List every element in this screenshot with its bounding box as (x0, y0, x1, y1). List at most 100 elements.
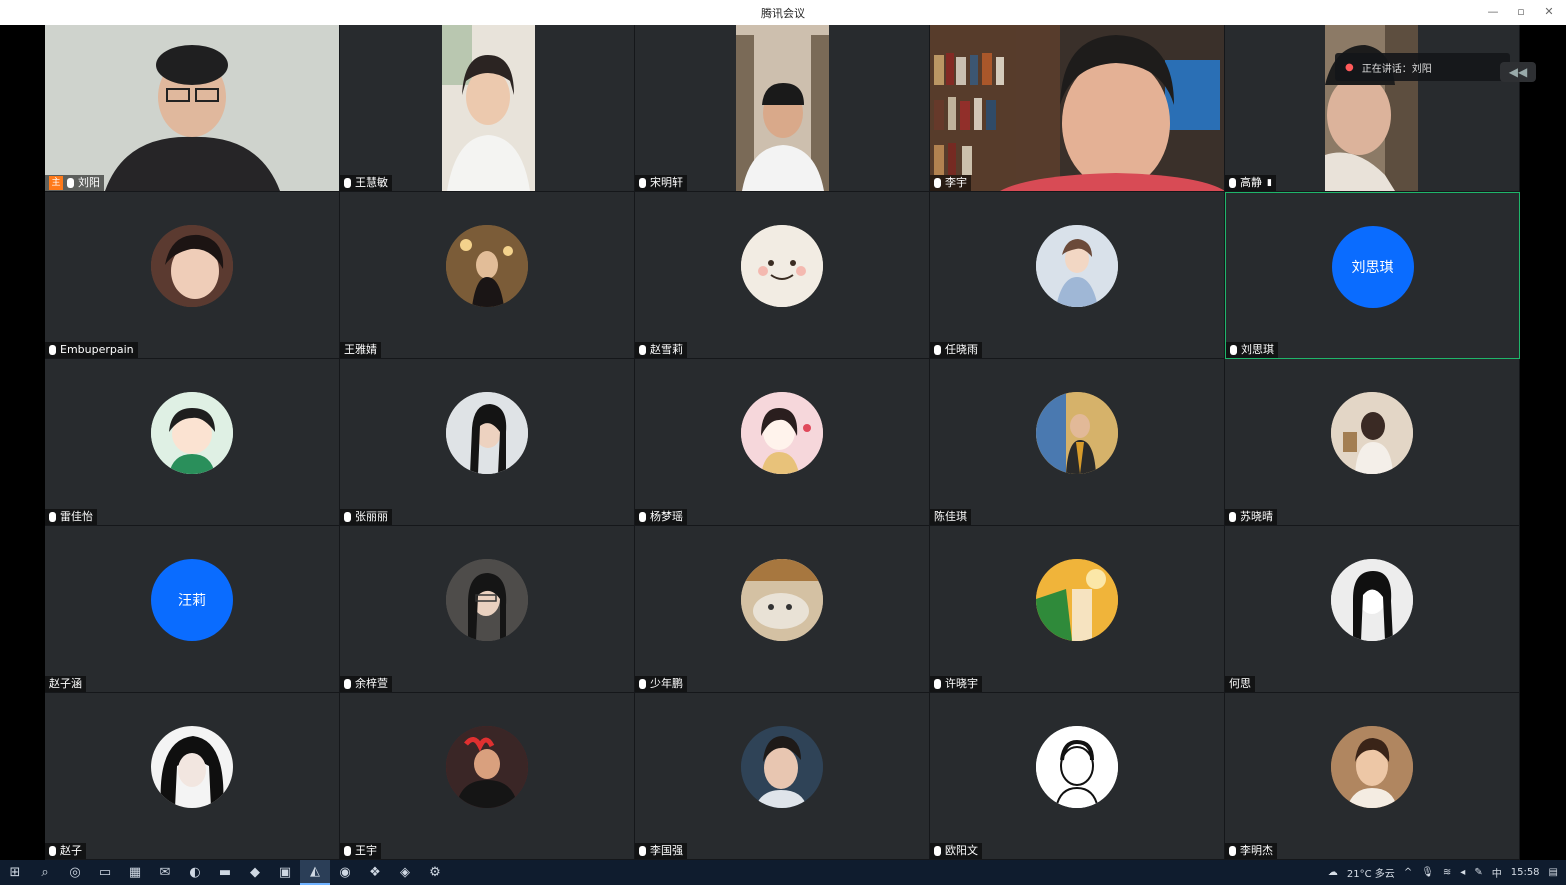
participant-name: 苏晓晴 (1240, 510, 1273, 523)
avatar-image (741, 726, 823, 808)
participant-tile-active-speaker[interactable]: 刘思琪 刘思琪 (1225, 192, 1520, 359)
clock[interactable]: 15:58 (1511, 867, 1540, 878)
participant-tile[interactable]: 宋明轩 (635, 25, 930, 192)
window-controls: — ▫ ✕ (1482, 3, 1560, 21)
volume-icon[interactable]: ◂ (1460, 867, 1465, 878)
pen-icon[interactable]: ✎ (1474, 867, 1482, 878)
participant-tile[interactable]: 苏晓晴 (1225, 359, 1520, 526)
chevron-up-icon[interactable]: ^ (1404, 867, 1412, 878)
participant-tile[interactable]: 张丽丽 (340, 359, 635, 526)
participant-tile[interactable]: 何思 (1225, 526, 1520, 693)
avatar-image (1331, 392, 1413, 474)
video-feed (736, 25, 829, 191)
avatar (1036, 225, 1118, 307)
name-tag: 宋明轩 (635, 175, 687, 191)
participant-tile[interactable]: 王宇 (340, 693, 635, 860)
participant-grid: 主 刘阳 王慧敏 宋明轩 李宇 高静 ▮ Embuperpain 王雅婧 赵雪莉… (45, 25, 1520, 860)
participant-tile[interactable]: 汪莉 赵子涵 (45, 526, 340, 693)
name-tag: 王宇 (340, 843, 381, 859)
name-tag: 王慧敏 (340, 175, 392, 191)
video-frame (45, 25, 339, 191)
video-feed (930, 25, 1224, 191)
mic-icon (344, 178, 351, 188)
store-icon[interactable]: ▦ (120, 860, 150, 885)
collapse-panel-button[interactable]: ◀◀ (1500, 62, 1536, 82)
participant-name: 杨梦瑶 (650, 510, 683, 523)
participant-tile[interactable]: 李明杰 (1225, 693, 1520, 860)
avatar (151, 726, 233, 808)
file-explorer-icon[interactable]: ▬ (210, 860, 240, 885)
wifi-icon[interactable]: ≋ (1443, 867, 1451, 878)
participant-tile[interactable]: Embuperpain (45, 192, 340, 359)
name-tag: 许晓宇 (930, 676, 982, 692)
participant-name: 赵子涵 (49, 677, 82, 690)
participant-tile[interactable]: 主 刘阳 (45, 25, 340, 192)
participant-tile[interactable]: 欧阳文 (930, 693, 1225, 860)
participant-name: 刘思琪 (1241, 343, 1274, 356)
video-frame (736, 25, 829, 191)
avatar-image (1036, 225, 1118, 307)
edge-browser-icon[interactable]: ◐ (180, 860, 210, 885)
avatar-image (741, 392, 823, 474)
search-icon[interactable]: ⌕ (30, 860, 60, 885)
mic-icon (934, 846, 941, 856)
avatar-image (446, 225, 528, 307)
participant-tile[interactable]: 任晓雨 (930, 192, 1225, 359)
app-icon[interactable]: ◆ (240, 860, 270, 885)
speaking-indicator[interactable]: ● 正在讲话：刘阳 (1335, 53, 1510, 81)
participant-tile[interactable]: 赵雪莉 (635, 192, 930, 359)
name-tag: 少年鹏 (635, 676, 687, 692)
maximize-button[interactable]: ▫ (1510, 3, 1532, 21)
windows-start-icon[interactable]: ⊞ (0, 860, 30, 885)
participant-tile[interactable]: 高静 ▮ (1225, 25, 1520, 192)
participant-tile[interactable]: 余梓萱 (340, 526, 635, 693)
avatar: 刘思琪 (1331, 225, 1414, 308)
participant-tile[interactable]: 王慧敏 (340, 25, 635, 192)
qq-icon[interactable]: ◈ (390, 860, 420, 885)
mic-icon (639, 512, 646, 522)
notification-icon[interactable]: ▤ (1549, 867, 1558, 878)
weather-text[interactable]: 21°C 多云 (1347, 865, 1395, 880)
ime-indicator[interactable]: 中 (1492, 865, 1502, 880)
participant-tile[interactable]: 李宇 (930, 25, 1225, 192)
settings-icon[interactable]: ⚙ (420, 860, 450, 885)
participant-tile[interactable]: 赵子 (45, 693, 340, 860)
video-frame (442, 25, 535, 191)
name-tag: 李明杰 (1225, 843, 1277, 859)
meeting-app-icon[interactable]: ◭ (300, 860, 330, 885)
avatar-image (151, 392, 233, 474)
video-feed (1325, 25, 1418, 191)
app-icon[interactable]: ▣ (270, 860, 300, 885)
participant-tile[interactable]: 雷佳怡 (45, 359, 340, 526)
video-frame (1325, 25, 1418, 191)
widgets-icon[interactable]: ▭ (90, 860, 120, 885)
participant-tile[interactable]: 许晓宇 (930, 526, 1225, 693)
participant-tile[interactable]: 李国强 (635, 693, 930, 860)
mic-icon (1230, 345, 1237, 355)
chat-icon[interactable]: ◉ (330, 860, 360, 885)
avatar (446, 559, 528, 641)
participant-tile[interactable]: 王雅婧 (340, 192, 635, 359)
wechat-icon[interactable]: ❖ (360, 860, 390, 885)
mail-icon[interactable]: ✉ (150, 860, 180, 885)
mic-icon (344, 679, 351, 689)
avatar (151, 392, 233, 474)
participant-name: Embuperpain (60, 343, 134, 356)
weather-icon[interactable]: ☁ (1328, 867, 1338, 878)
name-tag: 任晓雨 (930, 342, 982, 358)
participant-tile[interactable]: 杨梦瑶 (635, 359, 930, 526)
participant-tile[interactable]: 陈佳琪 (930, 359, 1225, 526)
close-button[interactable]: ✕ (1538, 3, 1560, 21)
avatar (1036, 392, 1118, 474)
microphone-icon[interactable]: 🎙 (1421, 867, 1434, 878)
signal-icon: ▮ (1267, 178, 1272, 188)
name-tag: Embuperpain (45, 342, 138, 358)
minimize-button[interactable]: — (1482, 3, 1504, 21)
participant-name: 高静 (1240, 176, 1262, 189)
participant-tile[interactable]: 少年鹏 (635, 526, 930, 693)
avatar-image (1036, 726, 1118, 808)
mic-icon (49, 846, 56, 856)
name-tag: 陈佳琪 (930, 509, 971, 525)
task-view-icon[interactable]: ◎ (60, 860, 90, 885)
participant-name: 张丽丽 (355, 510, 388, 523)
